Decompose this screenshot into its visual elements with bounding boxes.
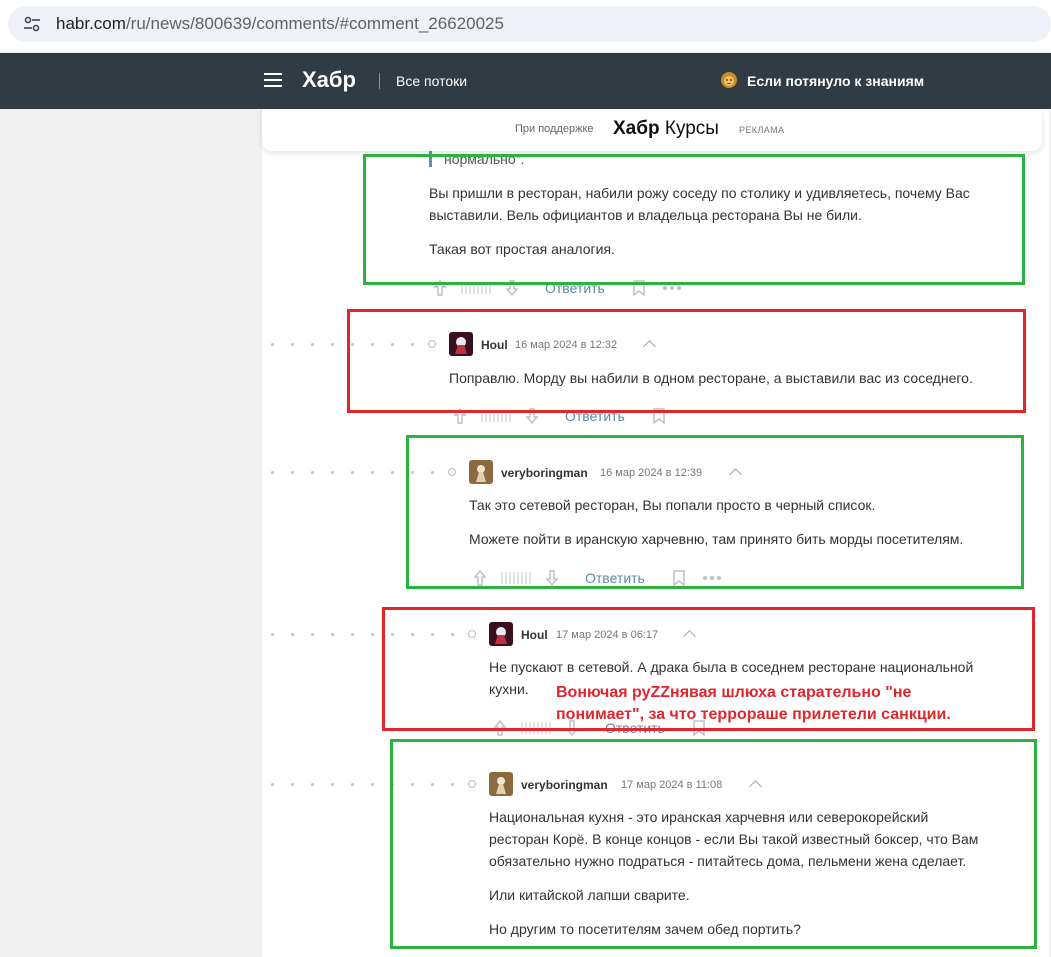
- annotation-line: Вонючая руZZнявая шлюха старательно "не: [556, 684, 912, 701]
- comment-time[interactable]: 17 мар 2024 в 11:08: [621, 779, 722, 791]
- rating-placeholder: [461, 282, 493, 294]
- reply-link[interactable]: Ответить: [585, 570, 645, 586]
- comment-text: кухни.: [489, 681, 529, 697]
- address-bar[interactable]: habr.com/ru/news/800639/comments/#commen…: [8, 6, 1051, 42]
- upvote-icon[interactable]: [493, 719, 507, 737]
- comment-text: Поправлю. Морду вы набили в одном рестор…: [449, 370, 973, 386]
- upvote-icon[interactable]: [453, 407, 467, 425]
- menu-icon[interactable]: [264, 73, 282, 87]
- site-header: Хабр Все потоки Если потянуло к знаниям: [0, 53, 1051, 109]
- rating-placeholder: [481, 410, 513, 422]
- browser-toolbar: habr.com/ru/news/800639/comments/#commen…: [0, 0, 1051, 52]
- bookmark-icon[interactable]: [672, 570, 686, 587]
- comment-author[interactable]: veryboringman: [501, 466, 588, 480]
- sponsor-support-text: При поддержке: [515, 123, 594, 135]
- annotation-line: понимает", за что терроpаше прилетели са…: [556, 706, 951, 723]
- more-icon[interactable]: [662, 285, 682, 291]
- comment-text: Можете пойти в иранскую харчевню, там пр…: [469, 531, 964, 547]
- quote-tail: нормально".: [444, 151, 525, 167]
- comment-text: Не пускают в сетевой. А драка была в сос…: [489, 659, 974, 675]
- upvote-icon[interactable]: [433, 279, 447, 297]
- rating-placeholder: [521, 722, 553, 734]
- sponsor-brand-rest: Курсы: [659, 118, 719, 139]
- promo-link[interactable]: Если потянуло к знаниям: [747, 73, 924, 89]
- lion-icon: [721, 72, 737, 88]
- downvote-icon[interactable]: [525, 407, 539, 425]
- sponsor-banner[interactable]: При поддержке Хабр Курсы РЕКЛАМА: [262, 109, 1042, 151]
- bookmark-icon[interactable]: [652, 408, 666, 425]
- comment-text: ресторан Корё. В конце концов - если Вы …: [489, 831, 979, 847]
- comment-text: выставили. Вель официантов и владельца р…: [429, 207, 862, 223]
- more-icon[interactable]: [702, 575, 722, 581]
- sponsor-brand: Хабр Курсы: [613, 118, 719, 140]
- avatar[interactable]: [489, 772, 513, 796]
- all-flows-link[interactable]: Все потоки: [396, 73, 467, 89]
- comment-text: Национальная кухня - это иранская харчев…: [489, 809, 929, 825]
- comment-author[interactable]: Houl: [481, 338, 508, 352]
- url-host: habr.com: [56, 14, 126, 33]
- comment-text: Или китайской лапши сварите.: [489, 887, 690, 903]
- comment-text: Такая вот простая аналогия.: [429, 241, 615, 257]
- annotation-text: Вонючая руZZнявая шлюха старательно "не …: [556, 682, 951, 726]
- comment-text: Так это сетевой ресторан, Вы попали прос…: [469, 497, 876, 513]
- comment-text: Но другим то посетителям зачем обед порт…: [489, 921, 801, 937]
- avatar[interactable]: [449, 332, 473, 356]
- comment-author[interactable]: veryboringman: [521, 778, 608, 792]
- comment-text: обязательно нужно подраться - питайтесь …: [489, 853, 967, 869]
- downvote-icon[interactable]: [505, 279, 519, 297]
- comment-text: Вы пришли в ресторан, набили рожу соседу…: [429, 185, 970, 201]
- avatar[interactable]: [489, 622, 513, 646]
- url-path: /ru/news/800639/comments/#comment_266200…: [125, 14, 504, 33]
- site-logo[interactable]: Хабр: [302, 67, 356, 93]
- comment-time[interactable]: 17 мар 2024 в 06:17: [556, 629, 658, 641]
- upvote-icon[interactable]: [473, 569, 487, 587]
- ad-label: РЕКЛАМА: [739, 125, 785, 135]
- sponsor-brand-bold: Хабр: [613, 118, 660, 139]
- reply-link[interactable]: Ответить: [565, 408, 625, 424]
- comment-time[interactable]: 16 мар 2024 в 12:32: [515, 339, 617, 351]
- header-divider: [379, 73, 380, 89]
- rating-placeholder: [501, 572, 533, 584]
- comment-time[interactable]: 16 мар 2024 в 12:39: [600, 467, 702, 479]
- downvote-icon[interactable]: [545, 569, 559, 587]
- avatar[interactable]: [469, 460, 493, 484]
- url-text[interactable]: habr.com/ru/news/800639/comments/#commen…: [56, 14, 504, 34]
- comment-author[interactable]: Houl: [521, 628, 548, 642]
- reply-link[interactable]: Ответить: [545, 280, 605, 296]
- bookmark-icon[interactable]: [632, 280, 646, 297]
- site-settings-icon[interactable]: [22, 14, 42, 34]
